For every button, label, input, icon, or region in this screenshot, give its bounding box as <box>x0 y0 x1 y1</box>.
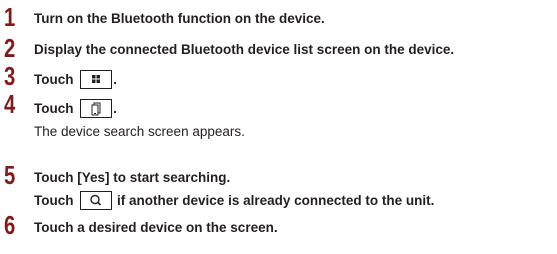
phone-icon <box>80 99 113 118</box>
step-number: 4 <box>4 89 16 119</box>
step-text: Turn on the Bluetooth function on the de… <box>34 11 325 26</box>
step-text-line2: Touch if another device is already conne… <box>34 191 434 210</box>
step-number: 5 <box>4 160 16 190</box>
step-text-before: Touch <box>34 72 74 87</box>
grid-menu-icon <box>80 70 113 89</box>
step-number: 3 <box>4 61 16 91</box>
step-text-after: . <box>113 101 118 116</box>
search-icon <box>80 191 113 210</box>
step-text-before: Touch <box>34 193 74 208</box>
step-text: Touch [Yes] to start searching. <box>34 170 231 185</box>
step-number: 2 <box>4 33 16 63</box>
step-text: Touch a desired device on the screen. <box>34 220 278 235</box>
instruction-steps: 1 Turn on the Bluetooth function on the … <box>0 0 557 254</box>
step-note: The device search screen appears. <box>34 124 245 139</box>
step-text-after: if another device is already connected t… <box>117 193 435 208</box>
step-number: 1 <box>4 2 16 32</box>
step-text: Touch . <box>34 70 117 89</box>
step-number: 6 <box>4 210 16 240</box>
step-text: Display the connected Bluetooth device l… <box>34 42 455 57</box>
step-text-after: . <box>113 72 118 87</box>
step-text: Touch . <box>34 99 117 118</box>
step-text-before: Touch <box>34 101 74 116</box>
